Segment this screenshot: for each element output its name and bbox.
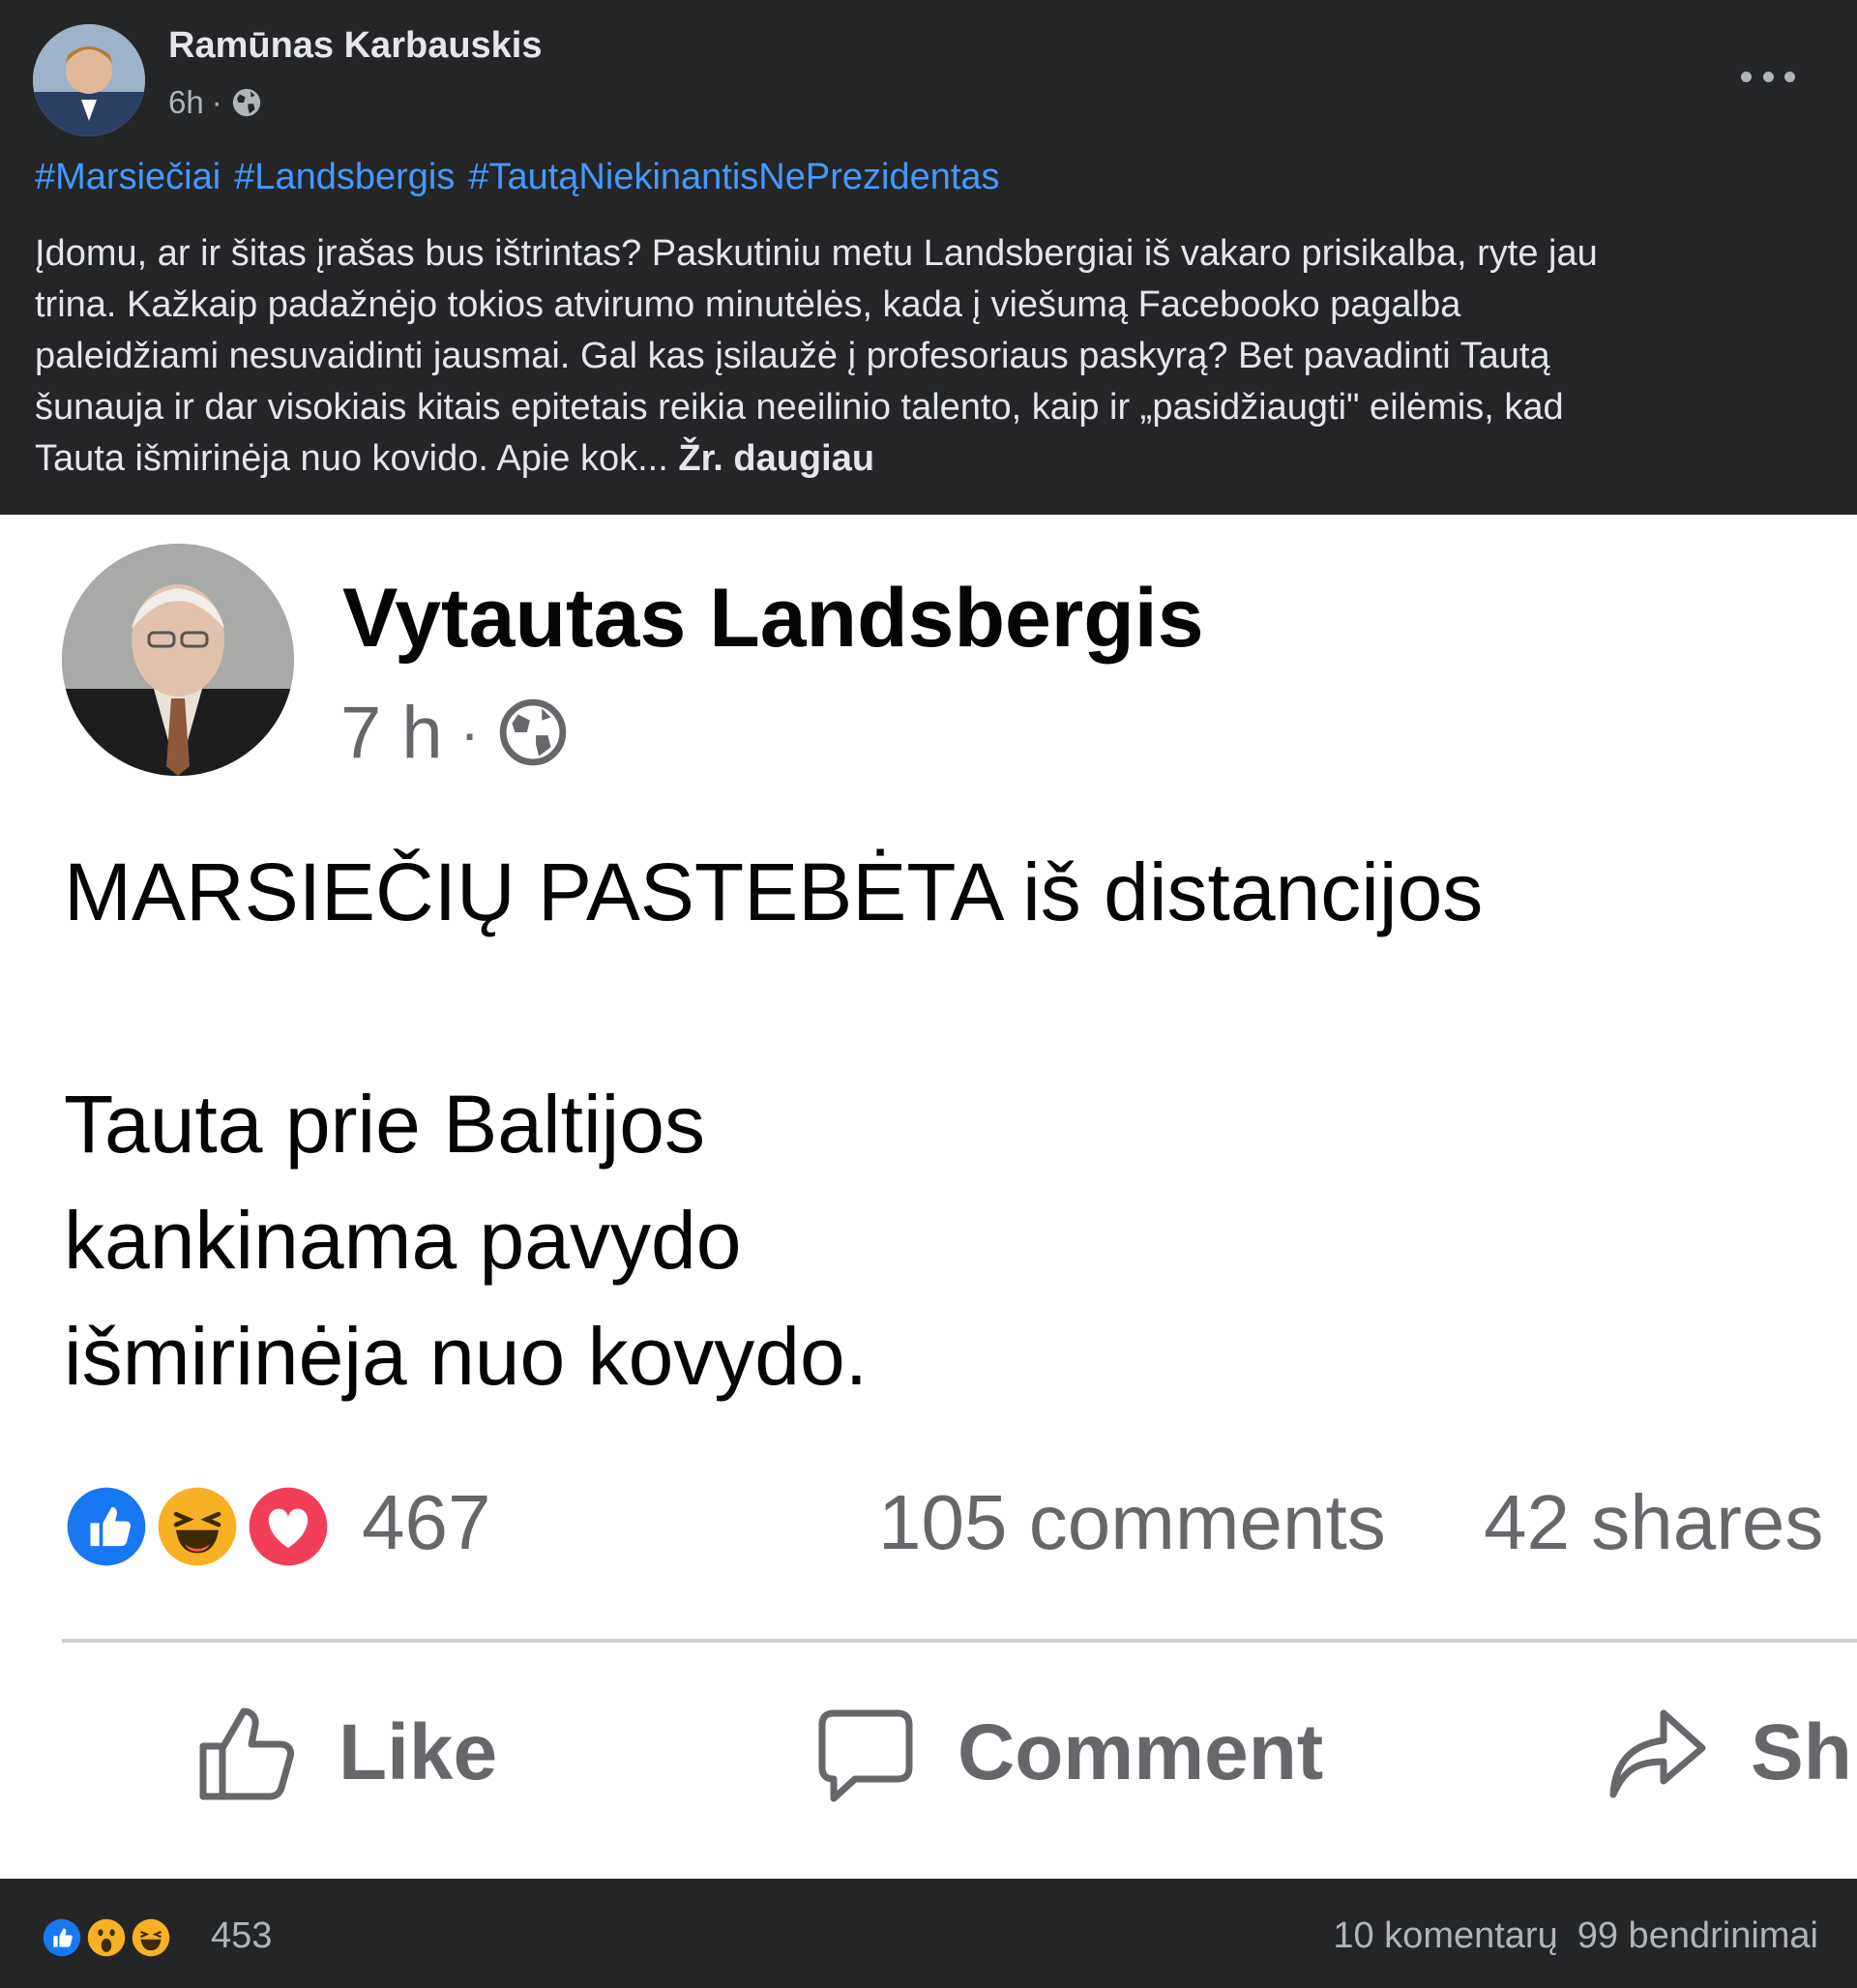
top-post: Ramūnas Karbauskis 6h · #Marsiečiai #Lan… bbox=[0, 0, 1857, 515]
comments-count: 105 comments bbox=[878, 1479, 1386, 1565]
post-text-line: Tauta prie Baltijos bbox=[64, 1079, 706, 1170]
thumbs-up-icon bbox=[199, 1707, 294, 1800]
embedded-post-meta: 7 h · bbox=[340, 689, 569, 776]
divider bbox=[62, 1639, 1857, 1643]
post-body-line-last: Tauta išmirinėja nuo kovido. Apie kok...… bbox=[35, 433, 1814, 485]
embedded-author-name: Vytautas Landsbergis bbox=[342, 572, 1204, 665]
stats-right: 10 komentarų 99 bendrinimai bbox=[1333, 1915, 1818, 1957]
comments-count[interactable]: 10 komentarų bbox=[1333, 1915, 1557, 1957]
share-button: Sh bbox=[1606, 1685, 1852, 1821]
more-options-button[interactable] bbox=[1741, 54, 1795, 99]
hashtags: #Marsiečiai #Landsbergis #TautąNiekinant… bbox=[35, 157, 1000, 198]
haha-reaction-icon bbox=[128, 1914, 174, 1961]
author-name[interactable]: Ramūnas Karbauskis bbox=[168, 25, 543, 67]
post-text-line: MARSIEČIŲ PASTEBĖTA iš distancijos bbox=[64, 846, 1484, 937]
reactions-summary: 467 105 comments 42 shares bbox=[60, 1474, 1857, 1581]
post-text-line bbox=[64, 950, 1483, 1066]
post-body-line: Tauta išmirinėja nuo kovido. Apie kok... bbox=[35, 438, 668, 479]
globe-icon bbox=[232, 88, 260, 117]
like-reaction-icon bbox=[60, 1480, 153, 1573]
hashtag-link[interactable]: #TautąNiekinantisNePrezidentas bbox=[468, 157, 999, 198]
shares-count[interactable]: 99 bendrinimai bbox=[1577, 1915, 1818, 1957]
embedded-post-text: MARSIEČIŲ PASTEBĖTA iš distancijos Tauta… bbox=[64, 834, 1483, 1414]
embedded-post-screenshot: Vytautas Landsbergis 7 h · MARSIEČIŲ PAS… bbox=[0, 515, 1857, 1879]
ellipsis-icon bbox=[1741, 71, 1752, 82]
post-text-line: išmirinėja nuo kovydo. bbox=[64, 1311, 869, 1402]
author-avatar[interactable] bbox=[33, 24, 145, 136]
meta-separator: · bbox=[459, 699, 480, 765]
post-stats-bar: 453 10 komentarų 99 bendrinimai bbox=[0, 1879, 1857, 1988]
like-label: Like bbox=[339, 1708, 498, 1796]
post-actions: Like Comment Sh bbox=[0, 1685, 1857, 1821]
post-text-line: kankinama pavydo bbox=[64, 1195, 742, 1286]
wow-reaction-icon bbox=[83, 1914, 130, 1961]
post-body: Įdomu, ar ir šitas įrašas bus ištrintas?… bbox=[35, 228, 1814, 485]
meta-separator: · bbox=[211, 84, 222, 120]
post-body-line: Įdomu, ar ir šitas įrašas bus ištrintas?… bbox=[35, 233, 1598, 274]
post-body-line: paleidžiami nesuvaidinti jausmai. Gal ka… bbox=[35, 336, 1550, 376]
reaction-count: 467 bbox=[362, 1479, 491, 1565]
share-arrow-icon bbox=[1609, 1709, 1706, 1798]
hashtag-link[interactable]: #Landsbergis bbox=[234, 157, 455, 198]
globe-icon bbox=[499, 698, 566, 766]
post-body-line: šunauja ir dar visokiais kitais epitetai… bbox=[35, 387, 1564, 428]
comment-button: Comment bbox=[812, 1685, 1323, 1821]
post-meta: 6h · bbox=[168, 81, 263, 124]
haha-reaction-icon bbox=[151, 1480, 244, 1573]
hashtag-link[interactable]: #Marsiečiai bbox=[35, 157, 221, 198]
comment-label: Comment bbox=[958, 1708, 1324, 1796]
embedded-author-avatar bbox=[62, 544, 294, 776]
embedded-post-time: 7 h bbox=[340, 691, 443, 774]
like-reaction-icon bbox=[39, 1914, 85, 1961]
comment-bubble-icon bbox=[818, 1709, 913, 1802]
share-label: Sh bbox=[1751, 1708, 1852, 1796]
post-body-line: trina. Kažkaip padažnėjo tokios atvirumo… bbox=[35, 284, 1461, 325]
reaction-count[interactable]: 453 bbox=[211, 1915, 272, 1957]
love-reaction-icon bbox=[242, 1480, 335, 1573]
avatar-photo bbox=[62, 544, 294, 776]
post-time[interactable]: 6h bbox=[168, 84, 204, 121]
avatar-photo bbox=[33, 24, 145, 136]
shares-count: 42 shares bbox=[1484, 1479, 1824, 1565]
like-button: Like bbox=[193, 1685, 497, 1821]
see-more-link[interactable]: Žr. daugiau bbox=[678, 438, 874, 479]
